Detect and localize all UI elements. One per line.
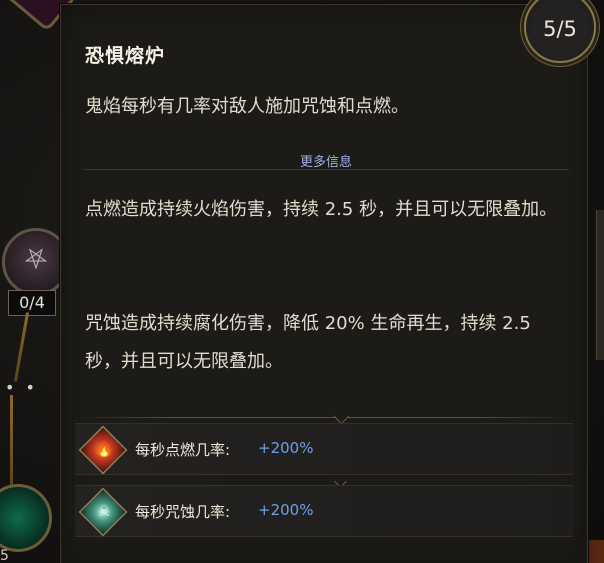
stat-value: +200% — [258, 439, 314, 457]
skill-tooltip: 恐惧熔炉 5/5 鬼焰每秒有几率对敌人施加咒蚀和点燃。 更多信息 点燃造成持续火… — [60, 0, 596, 563]
skill-description: 鬼焰每秒有几率对敌人施加咒蚀和点燃。 — [85, 96, 409, 117]
skill-node-counter: 0/4 — [8, 290, 56, 316]
more-info-label[interactable]: 更多信息 — [83, 151, 569, 170]
tooltip-fade — [61, 540, 587, 563]
side-frame — [596, 210, 604, 360]
skill-node-bottom[interactable] — [0, 484, 52, 552]
more-info-section: 更多信息 — [83, 147, 569, 170]
fire-icon: 🔥 — [78, 425, 128, 475]
rank-badge: 5/5 — [524, 0, 596, 63]
divider-notch — [333, 408, 350, 425]
rank-value: 5/5 — [543, 17, 577, 41]
skill-node-bottom-label: 5 — [0, 548, 9, 563]
stat-value: +200% — [258, 501, 314, 519]
ignite-detail: 点燃造成持续火焰伤害，持续 2.5 秒，并且可以无限叠加。 — [85, 199, 558, 220]
stat-row-ignite: 🔥 每秒点燃几率: +200% — [75, 423, 573, 475]
skill-tree-connector — [10, 395, 13, 490]
game-screen: ⛧ 0/4 • • 5 恐惧熔炉 5/5 鬼焰每秒有几率对敌人施加咒蚀和点燃。 … — [0, 0, 604, 563]
skill-tree-connector — [13, 312, 30, 382]
stat-label: 每秒咒蚀几率: — [135, 503, 231, 521]
stat-label: 每秒点燃几率: — [135, 441, 231, 459]
stat-row-curse: ☠ 每秒咒蚀几率: +200% — [75, 485, 573, 537]
twisted-sigil-icon: ⛧ — [24, 243, 48, 276]
curse-skull-icon: ☠ — [78, 487, 128, 537]
divider-line — [75, 417, 573, 418]
skill-title: 恐惧熔炉 — [85, 45, 166, 67]
stats-divider — [75, 408, 573, 425]
curse-detail: 咒蚀造成持续腐化伤害，降低 20% 生命再生，持续 2.5 秒，并且可以无限叠加… — [85, 313, 531, 372]
